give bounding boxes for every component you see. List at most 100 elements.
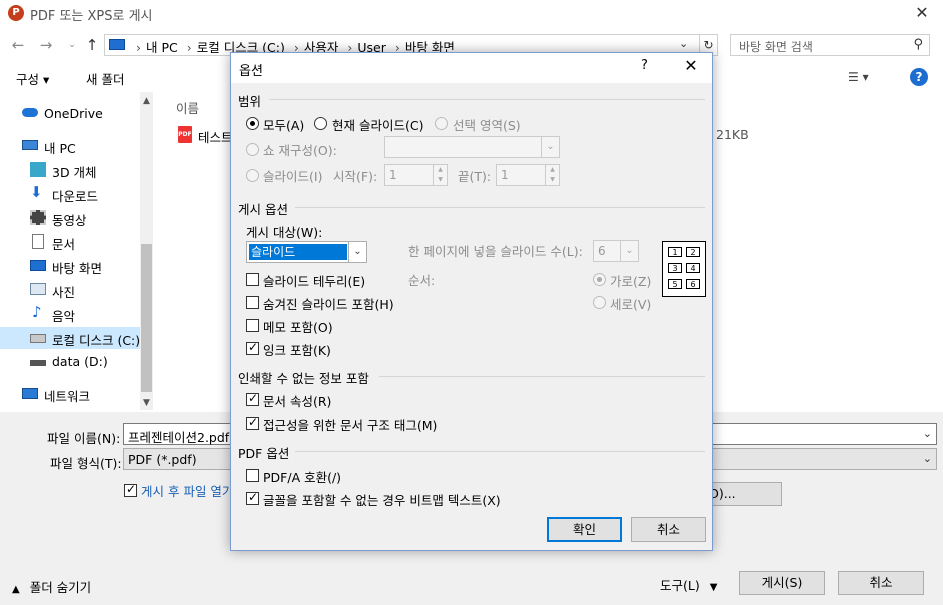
- open-after-publish-checkbox[interactable]: [124, 482, 137, 497]
- nonprint-section-title: 인쇄할 수 없는 정보 포함: [238, 371, 369, 386]
- ink-checkbox[interactable]: [246, 340, 259, 355]
- bitmap-text-label[interactable]: 글꼴을 포함할 수 없는 경우 비트맵 텍스트(X): [263, 490, 501, 509]
- ink-label[interactable]: 잉크 포함(K): [263, 340, 331, 359]
- file-name[interactable]: 테스트: [198, 127, 233, 146]
- to-label: 끝(T):: [458, 169, 492, 184]
- custom-show-select[interactable]: ⌄: [384, 136, 560, 158]
- range-custom-show-label: 쇼 재구성(O):: [263, 143, 337, 158]
- range-custom-show-radio[interactable]: [246, 143, 259, 156]
- sidebar-item-local-disk-c[interactable]: 로컬 디스크 (C:): [0, 327, 140, 349]
- from-stepper[interactable]: 1 ▲ ▼: [384, 164, 448, 186]
- pdfa-checkbox[interactable]: [246, 469, 259, 482]
- sidebar-item-downloads[interactable]: ⬇ 다운로드: [0, 183, 140, 205]
- divider: [269, 99, 705, 100]
- comments-label[interactable]: 메모 포함(O): [263, 317, 333, 336]
- comments-checkbox[interactable]: [246, 319, 259, 332]
- caret-down-icon: ▼: [709, 582, 718, 593]
- cancel-button[interactable]: 취소: [838, 571, 924, 595]
- chevron-down-icon[interactable]: ⌄: [679, 37, 688, 50]
- ok-button[interactable]: 확인: [547, 517, 622, 542]
- open-after-publish-label[interactable]: 게시 후 파일 열기: [141, 481, 233, 500]
- order-horizontal-radio[interactable]: [593, 273, 606, 286]
- range-all-radio[interactable]: [246, 117, 259, 130]
- to-stepper[interactable]: 1 ▲ ▼: [496, 164, 560, 186]
- search-icon: ⚲: [913, 37, 923, 52]
- document-properties-label[interactable]: 문서 속성(R): [263, 391, 331, 410]
- slides-per-page-select[interactable]: 6 ⌄: [593, 240, 639, 262]
- film-icon: [30, 210, 46, 225]
- slide-frame-label[interactable]: 슬라이드 테두리(E): [263, 271, 365, 290]
- stepper-arrows-icon[interactable]: ▲ ▼: [433, 165, 447, 185]
- sidebar-item-3d-objects[interactable]: 3D 개체: [0, 159, 140, 181]
- order-vertical-radio[interactable]: [593, 296, 606, 309]
- help-icon[interactable]: ?: [641, 58, 648, 73]
- sidebar-scrollbar-thumb[interactable]: [141, 244, 152, 392]
- pdfa-label[interactable]: PDF/A 호환(/): [263, 467, 341, 486]
- document-properties-checkbox[interactable]: [246, 391, 259, 406]
- chevron-down-icon[interactable]: ⌄: [923, 452, 932, 465]
- close-icon[interactable]: ✕: [681, 56, 701, 75]
- sidebar-item-onedrive[interactable]: OneDrive: [0, 103, 140, 125]
- options-dialog-titlebar: 옵션 ? ✕: [231, 53, 712, 83]
- cloud-icon: [22, 108, 38, 117]
- forward-arrow-icon[interactable]: →: [36, 36, 56, 54]
- sidebar-item-this-pc[interactable]: 내 PC: [0, 135, 140, 157]
- download-arrow-icon: ⬇: [30, 183, 43, 201]
- tools-menu-button[interactable]: 도구(L) ▼: [660, 575, 717, 594]
- page-layout-preview: 1 2 3 4 5 6: [662, 241, 706, 297]
- range-slides-radio[interactable]: [246, 169, 259, 182]
- sidebar-item-network[interactable]: 네트워크: [0, 383, 140, 405]
- publish-what-select[interactable]: 슬라이드 ⌄: [246, 241, 367, 263]
- chevron-down-icon: ⌄: [620, 241, 638, 261]
- filetype-label: 파일 형식(T):: [50, 456, 122, 471]
- sidebar-item-desktop[interactable]: 바탕 화면: [0, 255, 140, 277]
- file-size: 21KB: [716, 127, 749, 142]
- hide-folders-toggle[interactable]: ▲ 폴더 숨기기: [12, 577, 91, 596]
- new-folder-button[interactable]: 새 폴더: [86, 69, 124, 88]
- powerpoint-app-icon: P: [8, 5, 24, 21]
- sidebar-item-videos[interactable]: 동영상: [0, 207, 140, 229]
- filename-value: 프레젠테이션2.pdf: [128, 430, 230, 445]
- divider: [295, 207, 705, 208]
- navigation-pane: OneDrive 내 PC 3D 개체 ⬇ 다운로드 동영상 문서 바탕 화면 …: [0, 92, 152, 410]
- view-options-icon[interactable]: ☰ ▾: [848, 70, 869, 84]
- search-input[interactable]: 바탕 화면 검색 ⚲: [730, 34, 930, 56]
- up-arrow-icon[interactable]: ↑: [82, 36, 102, 54]
- column-header-name[interactable]: 이름: [176, 98, 199, 117]
- divider: [379, 376, 705, 377]
- scroll-up-arrow-icon[interactable]: ▲: [140, 96, 153, 106]
- sidebar-item-data-d[interactable]: data (D:): [0, 351, 140, 373]
- pc-icon: [22, 140, 38, 150]
- window-title: PDF 또는 XPS로 게시: [30, 9, 153, 24]
- pc-icon: [109, 39, 125, 50]
- sidebar-item-pictures[interactable]: 사진: [0, 279, 140, 301]
- structure-tags-checkbox[interactable]: [246, 415, 259, 430]
- slide-frame-checkbox[interactable]: [246, 273, 259, 286]
- range-selection-radio[interactable]: [435, 117, 448, 130]
- scroll-down-arrow-icon[interactable]: ▼: [140, 398, 153, 408]
- range-current-radio[interactable]: [314, 117, 327, 130]
- drive-icon: [30, 360, 46, 366]
- publish-button[interactable]: 게시(S): [739, 571, 825, 595]
- recent-locations-chevron-icon[interactable]: ⌄: [62, 36, 82, 54]
- bitmap-text-checkbox[interactable]: [246, 490, 259, 505]
- organize-button[interactable]: 구성 ▾: [16, 69, 49, 88]
- help-icon[interactable]: ?: [910, 68, 928, 86]
- range-all-label[interactable]: 모두(A): [263, 115, 304, 134]
- stepper-arrows-icon[interactable]: ▲ ▼: [545, 165, 559, 185]
- music-note-icon: ♪: [32, 303, 42, 321]
- range-current-label[interactable]: 현재 슬라이드(C): [332, 115, 423, 134]
- hidden-slides-label[interactable]: 숨겨진 슬라이드 포함(H): [263, 294, 394, 313]
- sidebar-item-music[interactable]: ♪ 음악: [0, 303, 140, 325]
- breadcrumb-item[interactable]: 내 PC: [146, 40, 178, 55]
- back-arrow-icon[interactable]: ←: [8, 36, 28, 54]
- hidden-slides-checkbox[interactable]: [246, 296, 259, 309]
- structure-tags-label[interactable]: 접근성을 위한 문서 구조 태그(M): [263, 415, 437, 434]
- sidebar-item-documents[interactable]: 문서: [0, 231, 140, 253]
- chevron-down-icon[interactable]: ⌄: [923, 427, 932, 440]
- publish-what-label: 게시 대상(W):: [246, 225, 323, 240]
- from-label: 시작(F):: [333, 169, 378, 184]
- options-cancel-button[interactable]: 취소: [631, 517, 706, 542]
- window-close-button[interactable]: ✕: [907, 2, 937, 24]
- search-placeholder: 바탕 화면 검색: [739, 40, 813, 54]
